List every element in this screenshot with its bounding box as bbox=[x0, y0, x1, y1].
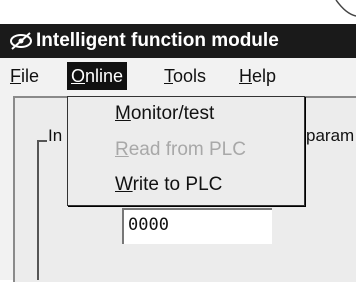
menu-tools-label: ools bbox=[173, 66, 207, 86]
menu-help-mnemonic: H bbox=[239, 66, 252, 86]
read-from-plc-label: ead from PLC bbox=[128, 139, 246, 160]
menu-tools-mnemonic: T bbox=[164, 66, 173, 86]
menu-bar: File Online Tools Help bbox=[0, 58, 356, 94]
menu-item-write-to-plc[interactable]: Write to PLC bbox=[115, 174, 222, 196]
title-bar: Intelligent function module bbox=[0, 24, 356, 58]
menu-tools[interactable]: Tools bbox=[160, 58, 210, 94]
monitor-test-label: onitor/test bbox=[130, 103, 215, 124]
group-box-border-left bbox=[37, 140, 39, 280]
window-title: Intelligent function module bbox=[36, 30, 279, 51]
menu-online-label: nline bbox=[85, 66, 124, 86]
app-icon bbox=[10, 32, 32, 50]
group-box-label: In bbox=[48, 126, 63, 145]
online-dropdown-menu: Monitor/test Read from PLC Write to PLC bbox=[67, 96, 305, 206]
menu-help-label: elp bbox=[252, 66, 277, 86]
read-from-plc-mnemonic: R bbox=[115, 139, 129, 160]
menu-file-mnemonic: F bbox=[10, 66, 21, 86]
menu-file[interactable]: File bbox=[6, 58, 43, 94]
menu-item-read-from-plc: Read from PLC bbox=[115, 139, 246, 161]
menu-online-mnemonic: O bbox=[71, 66, 86, 86]
write-to-plc-label: rite to PLC bbox=[132, 174, 223, 195]
window-corner-arc bbox=[335, 0, 356, 17]
group-box-border-top bbox=[37, 140, 47, 142]
monitor-test-mnemonic: M bbox=[115, 103, 131, 124]
menu-online[interactable]: Online bbox=[67, 62, 128, 90]
menu-file-label: ile bbox=[21, 66, 40, 86]
value-input[interactable]: 0000 bbox=[122, 208, 272, 244]
write-to-plc-mnemonic: W bbox=[115, 174, 133, 195]
menu-item-monitor-test[interactable]: Monitor/test bbox=[115, 103, 214, 125]
parameter-label: param bbox=[306, 126, 355, 145]
menu-help[interactable]: Help bbox=[235, 58, 280, 94]
